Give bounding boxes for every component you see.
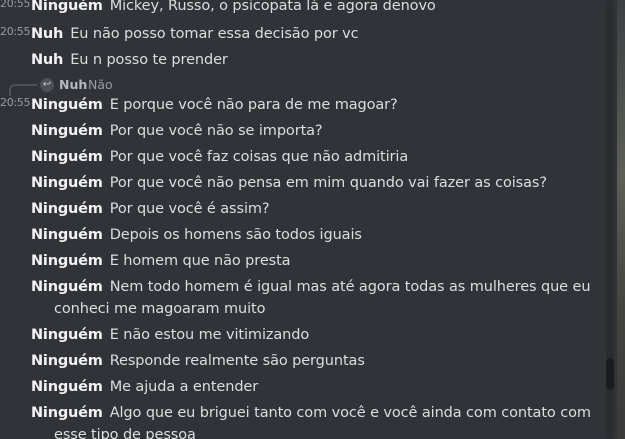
message-row: 20:55 Ninguém Mickey, Russo, o psicopata …	[0, 0, 603, 21]
scrollbar-thumb[interactable]	[606, 358, 614, 390]
reply-preview[interactable]: ↩ Nuh Não	[0, 75, 300, 96]
message-author[interactable]: Nuh	[31, 26, 63, 42]
reply-arrow-icon: ↩	[40, 78, 54, 92]
message-text: Nem todo homem é igual mas até agora tod…	[109, 279, 591, 295]
message-author[interactable]: Ninguém	[31, 201, 103, 217]
message-text: Me ajuda a entender	[109, 379, 259, 395]
reply-author[interactable]: Nuh	[59, 77, 87, 93]
message-timestamp: 20:55	[0, 96, 31, 109]
message-row: Ninguém Depois os homens são todos iguais	[0, 224, 603, 250]
message-author[interactable]: Ninguém	[31, 405, 103, 421]
message-text: Eu n posso te prender	[70, 52, 228, 68]
message-author[interactable]: Ninguém	[31, 253, 103, 269]
background-image-edge	[617, 0, 625, 439]
message-row: Ninguém Por que você é assim?	[0, 198, 603, 224]
message-author[interactable]: Nuh	[31, 52, 63, 68]
message-row: Ninguém Por que você não pensa em mim qua…	[0, 172, 603, 198]
message-text-continuation: esse tipo de pessoa	[54, 427, 196, 439]
message-row: Ninguém E homem que não presta	[0, 250, 603, 276]
message-row: Ninguém E não estou me vitimizando	[0, 324, 603, 350]
message-row: Ninguém Nem todo homem é igual mas até ag…	[0, 276, 603, 324]
message-text: Por que você não se importa?	[109, 123, 323, 139]
message-author[interactable]: Ninguém	[31, 379, 103, 395]
message-text: Por que você faz coisas que não admitiri…	[109, 149, 409, 165]
message-row: Ninguém Por que você faz coisas que não a…	[0, 146, 603, 172]
chat-message-list[interactable]: 20:55 Ninguém Mickey, Russo, o psicopata …	[0, 0, 603, 439]
message-author[interactable]: Ninguém	[31, 353, 103, 369]
message-author[interactable]: Ninguém	[31, 0, 103, 14]
message-text: Por que você não pensa em mim quando vai…	[109, 175, 547, 191]
reply-text[interactable]: Não	[88, 77, 113, 93]
message-text: Responde realmente são perguntas	[109, 353, 365, 369]
message-text: E não estou me vitimizando	[109, 327, 310, 343]
message-author[interactable]: Ninguém	[31, 175, 103, 191]
message-text: E porque você não para de me magoar?	[109, 97, 398, 113]
message-row: Ninguém Algo que eu briguei tanto com voc…	[0, 402, 603, 439]
message-timestamp: 20:55	[0, 0, 31, 10]
message-text: Por que você é assim?	[109, 201, 270, 217]
message-row: Nuh Eu n posso te prender	[0, 49, 603, 75]
message-author[interactable]: Ninguém	[31, 123, 103, 139]
message-row: 20:55 Nuh Eu não posso tomar essa decisão…	[0, 23, 603, 49]
message-timestamp: 20:55	[0, 25, 31, 38]
message-author[interactable]: Ninguém	[31, 279, 103, 295]
message-author[interactable]: Ninguém	[31, 97, 103, 113]
message-text: Algo que eu briguei tanto com você e voc…	[109, 405, 591, 421]
message-row: Ninguém Por que você não se importa?	[0, 120, 603, 146]
message-row: Ninguém Me ajuda a entender	[0, 376, 603, 402]
message-text: Mickey, Russo, o psicopata lá e agora de…	[109, 0, 436, 14]
message-row: 20:55 Ninguém E porque você não para de m…	[0, 94, 603, 120]
message-text: Eu não posso tomar essa decisão por vc	[70, 26, 359, 42]
message-author[interactable]: Ninguém	[31, 327, 103, 343]
message-text-continuation: conheci me magoaram muito	[54, 301, 266, 317]
message-text: Depois os homens são todos iguais	[109, 227, 362, 243]
message-row: Ninguém Responde realmente são perguntas	[0, 350, 603, 376]
message-author[interactable]: Ninguém	[31, 227, 103, 243]
message-author[interactable]: Ninguém	[31, 149, 103, 165]
message-text: E homem que não presta	[109, 253, 291, 269]
